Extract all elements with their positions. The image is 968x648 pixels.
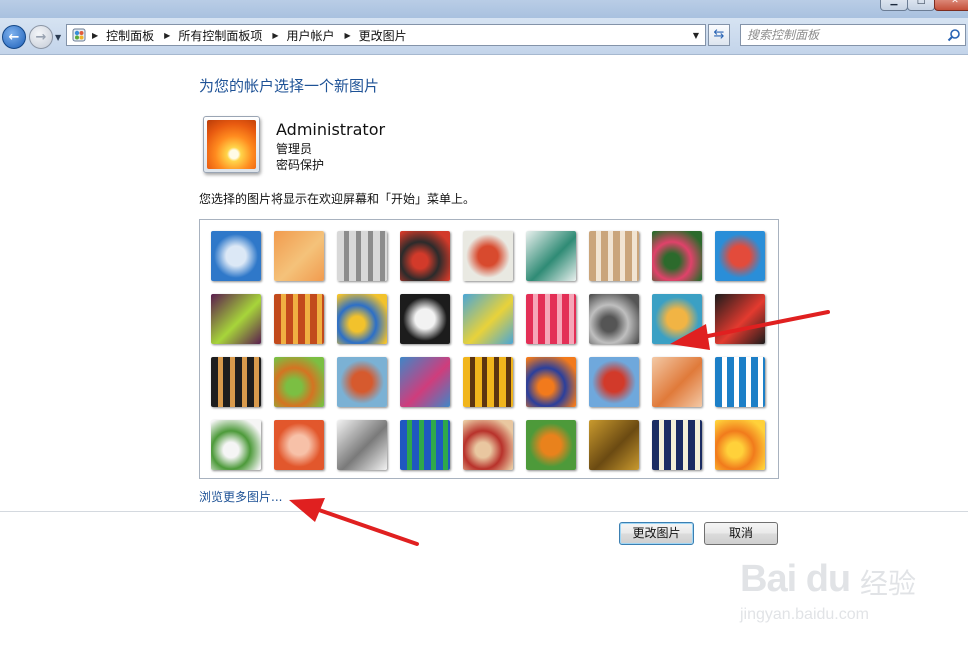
minimize-button[interactable]: ▁ — [880, 0, 908, 11]
picture-scarf[interactable] — [400, 357, 450, 407]
picture-window[interactable] — [400, 420, 450, 470]
picture-spiral[interactable] — [589, 420, 639, 470]
close-icon: ✕ — [951, 0, 959, 6]
close-button[interactable]: ✕ — [934, 0, 968, 11]
watermark-url: jingyan.baidu.com — [740, 606, 869, 623]
back-arrow-icon: ← — [8, 29, 20, 45]
picture-ball[interactable] — [211, 294, 261, 344]
picture-woven-fabric[interactable] — [274, 294, 324, 344]
maximize-button[interactable]: □ — [907, 0, 935, 11]
picture-orange-flower[interactable] — [715, 420, 765, 470]
picture-butterfly[interactable] — [526, 420, 576, 470]
picture-starfish[interactable] — [274, 231, 324, 281]
breadcrumb-user-accounts[interactable]: 用户帐户 — [287, 27, 335, 44]
recent-pages-dropdown[interactable]: ▼ — [55, 33, 61, 42]
back-button[interactable]: ← — [2, 25, 26, 49]
breadcrumb-separator-icon[interactable]: ▶ — [345, 31, 351, 40]
current-account-picture — [203, 116, 260, 173]
forward-arrow-icon: → — [35, 29, 47, 45]
breadcrumb-control-panel[interactable]: 控制面板 — [106, 27, 154, 44]
navigation-bar: ← → ▼ ▶ 控制面板 ▶ 所有控制面板项 ▶ 用户帐户 ▶ 更改图片 ▼ ⇆ — [0, 18, 968, 55]
picture-description: 您选择的图片将显示在欢迎屏幕和「开始」菜单上。 — [199, 192, 476, 206]
picture-sunflower[interactable] — [463, 357, 513, 407]
browse-more-pictures-link[interactable]: 浏览更多图片... — [199, 488, 282, 505]
breadcrumb-all-control-panel-items[interactable]: 所有控制面板项 — [178, 27, 262, 44]
refresh-button[interactable]: ⇆ — [708, 24, 730, 46]
picture-crayons[interactable] — [463, 294, 513, 344]
search-input[interactable] — [747, 27, 937, 43]
account-name: Administrator — [276, 120, 386, 139]
picture-kitten[interactable] — [589, 231, 639, 281]
search-icon[interactable] — [947, 28, 961, 42]
picture-marbles[interactable] — [337, 420, 387, 470]
refresh-icon: ⇆ — [713, 27, 725, 42]
annotation-arrow-grid — [670, 310, 830, 350]
picture-jacks[interactable] — [589, 294, 639, 344]
account-type: 管理员 — [276, 142, 313, 156]
breadcrumb-separator-icon[interactable]: ▶ — [92, 31, 98, 40]
watermark-cn: 经验 — [860, 567, 917, 600]
picture-fish[interactable] — [526, 357, 576, 407]
picture-robot-toy[interactable] — [337, 231, 387, 281]
breadcrumb-change-picture[interactable]: 更改图片 — [359, 27, 407, 44]
picture-paper-star[interactable] — [526, 294, 576, 344]
picture-toy-robot[interactable] — [337, 357, 387, 407]
address-bar[interactable]: ▶ 控制面板 ▶ 所有控制面板项 ▶ 用户帐户 ▶ 更改图片 ▼ — [66, 24, 706, 46]
baidu-watermark: Bai du 经验 jingyan.baidu.com — [740, 540, 940, 630]
picture-doll[interactable] — [652, 357, 702, 407]
picture-leaf[interactable] — [337, 294, 387, 344]
window-title-strip — [0, 0, 968, 18]
footer-divider — [0, 511, 968, 512]
picture-soccer-ball[interactable] — [211, 420, 261, 470]
picture-gyroscope[interactable] — [526, 231, 576, 281]
current-picture-image — [207, 120, 256, 169]
search-box[interactable] — [740, 24, 966, 46]
page-title: 为您的帐户选择一个新图片 — [199, 77, 380, 95]
picture-ferris-wheel[interactable] — [211, 231, 261, 281]
watermark-brand: Bai du — [740, 558, 851, 600]
minimize-icon: ▁ — [890, 0, 898, 6]
annotation-arrow-link — [289, 498, 419, 546]
breadcrumb-separator-icon[interactable]: ▶ — [164, 31, 170, 40]
picture-dog[interactable] — [400, 294, 450, 344]
address-history-dropdown-icon[interactable]: ▼ — [693, 31, 699, 40]
breadcrumb: ▶ 控制面板 ▶ 所有控制面板项 ▶ 用户帐户 ▶ 更改图片 — [92, 25, 417, 45]
control-panel-icon — [72, 28, 86, 42]
picture-pink-flower[interactable] — [652, 231, 702, 281]
picture-puppy[interactable] — [274, 357, 324, 407]
change-picture-button[interactable]: 更改图片 — [619, 522, 694, 545]
account-password-status: 密码保护 — [276, 158, 325, 172]
picture-record-player[interactable] — [400, 231, 450, 281]
picture-pinwheel[interactable] — [715, 231, 765, 281]
breadcrumb-separator-icon[interactable]: ▶ — [272, 31, 278, 40]
picture-guitar[interactable] — [211, 357, 261, 407]
picture-rug[interactable] — [463, 420, 513, 470]
picture-hot-air-balloon[interactable] — [589, 357, 639, 407]
picture-lighthouse[interactable] — [652, 420, 702, 470]
picture-sailboat[interactable] — [715, 357, 765, 407]
picture-striped-cloth[interactable] — [274, 420, 324, 470]
picture-lucky-cat[interactable] — [463, 231, 513, 281]
maximize-icon: □ — [916, 0, 926, 6]
forward-button[interactable]: → — [29, 25, 53, 49]
